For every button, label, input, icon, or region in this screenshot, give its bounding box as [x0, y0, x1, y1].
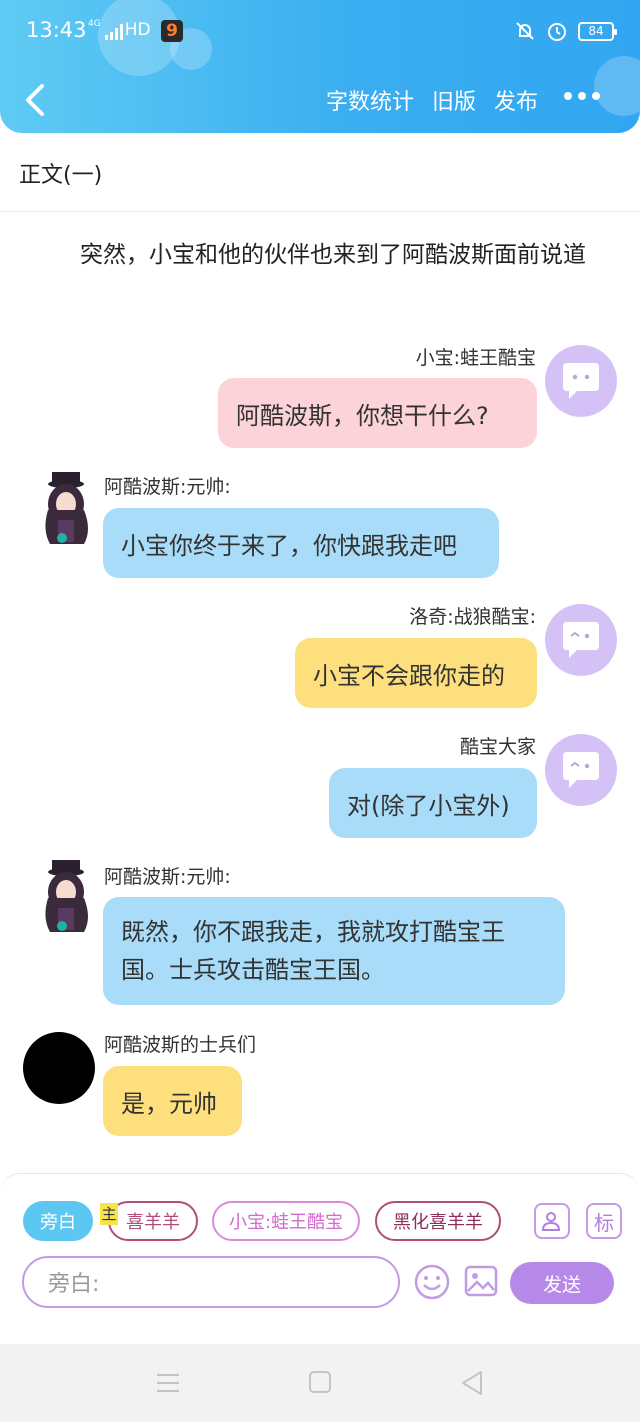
speaker-name: 阿酷波斯:元帅: [104, 476, 231, 498]
decor-bubble [594, 56, 640, 116]
chat-bubble[interactable]: 小宝你终于来了，你快跟我走吧 [103, 508, 499, 578]
robot-avatar[interactable] [545, 604, 617, 676]
chevron-left-icon [26, 84, 44, 116]
role-chip-xiyangyang[interactable]: 喜羊羊 [108, 1201, 198, 1241]
top-app-bar: 13:43 4G HD 9 84 字数统计 旧版 发布 [0, 0, 640, 133]
chat-bubble-face-icon [563, 622, 599, 658]
anime-girl-avatar-icon [45, 860, 88, 932]
speaker-name: 酷宝大家 [459, 736, 536, 758]
soldiers-avatar[interactable] [23, 1032, 95, 1104]
speaker-name: 阿酷波斯的士兵们 [104, 1034, 257, 1056]
mark-button[interactable]: 标 [586, 1203, 622, 1239]
compose-panel: 旁白 喜羊羊 主 小宝:蛙王酷宝 黑化喜羊羊 标 旁白: 发送 [0, 1173, 640, 1308]
role-chip-xiaobao[interactable]: 小宝:蛙王酷宝 [212, 1201, 360, 1241]
robot-avatar[interactable] [545, 345, 617, 417]
message-input[interactable]: 旁白: [22, 1256, 400, 1308]
signal-icon [104, 24, 123, 40]
chat-bubble[interactable]: 既然，你不跟我走，我就攻打酷宝王国。士兵攻击酷宝王国。 [103, 897, 565, 1005]
home-icon[interactable] [308, 1370, 332, 1394]
speaker-name: 洛奇:战狼酷宝: [409, 606, 536, 628]
more-options-button[interactable] [564, 92, 600, 100]
system-navigation-bar [0, 1344, 640, 1422]
publish-button[interactable]: 发布 [494, 84, 538, 116]
app-notification-icon: 9 [161, 20, 183, 42]
battery-icon: 84 [578, 21, 617, 41]
network-type: 4G [88, 19, 101, 29]
more-dot-icon [592, 92, 600, 100]
menu-icon[interactable] [155, 1370, 181, 1396]
chat-bubble-face-icon [563, 363, 599, 399]
chat-bubble[interactable]: 是，元帅 [103, 1066, 242, 1136]
more-dot-icon [578, 92, 586, 100]
status-icons: 84 [514, 20, 617, 42]
chat-bubble-face-icon [563, 752, 599, 788]
character-avatar[interactable] [36, 470, 98, 550]
chat-bubble[interactable]: 阿酷波斯，你想干什么? [218, 378, 537, 448]
person-add-icon [541, 1212, 561, 1231]
mute-icon [516, 22, 534, 40]
robot-avatar[interactable] [545, 734, 617, 806]
header-actions: 字数统计 旧版 发布 [326, 84, 538, 116]
character-avatar[interactable] [36, 858, 98, 938]
chat-bubble[interactable]: 对(除了小宝外) [329, 768, 537, 838]
insert-image-button[interactable] [463, 1263, 499, 1299]
image-icon [464, 1265, 498, 1297]
role-chip-narration[interactable]: 旁白 [23, 1201, 93, 1241]
old-version-button[interactable]: 旧版 [432, 84, 476, 116]
anime-girl-avatar-icon [45, 472, 88, 544]
speaker-name: 小宝:蛙王酷宝 [415, 347, 536, 369]
network-indicator: 4G HD [88, 20, 151, 40]
chapter-title: 正文(一) [19, 163, 103, 188]
speaker-name: 阿酷波斯:元帅: [104, 866, 231, 888]
add-character-button[interactable] [534, 1203, 570, 1239]
alarm-icon [548, 23, 566, 41]
main-character-badge: 主 [100, 1203, 118, 1225]
more-dot-icon [564, 92, 572, 100]
smiley-icon [414, 1264, 450, 1300]
role-chip-heihua-xiyangyang[interactable]: 黑化喜羊羊 [375, 1201, 501, 1241]
emoji-button[interactable] [413, 1263, 451, 1301]
narration-text[interactable]: 突然，小宝和他的伙伴也来到了阿酷波斯面前说道 [36, 236, 616, 274]
status-time: 13:43 [26, 18, 87, 42]
hd-label: HD [124, 20, 151, 40]
divider [0, 211, 640, 212]
back-button[interactable] [20, 80, 50, 120]
word-count-button[interactable]: 字数统计 [326, 84, 414, 116]
send-button[interactable]: 发送 [510, 1262, 614, 1304]
back-triangle-icon[interactable] [460, 1370, 484, 1396]
chat-bubble[interactable]: 小宝不会跟你走的 [295, 638, 537, 708]
